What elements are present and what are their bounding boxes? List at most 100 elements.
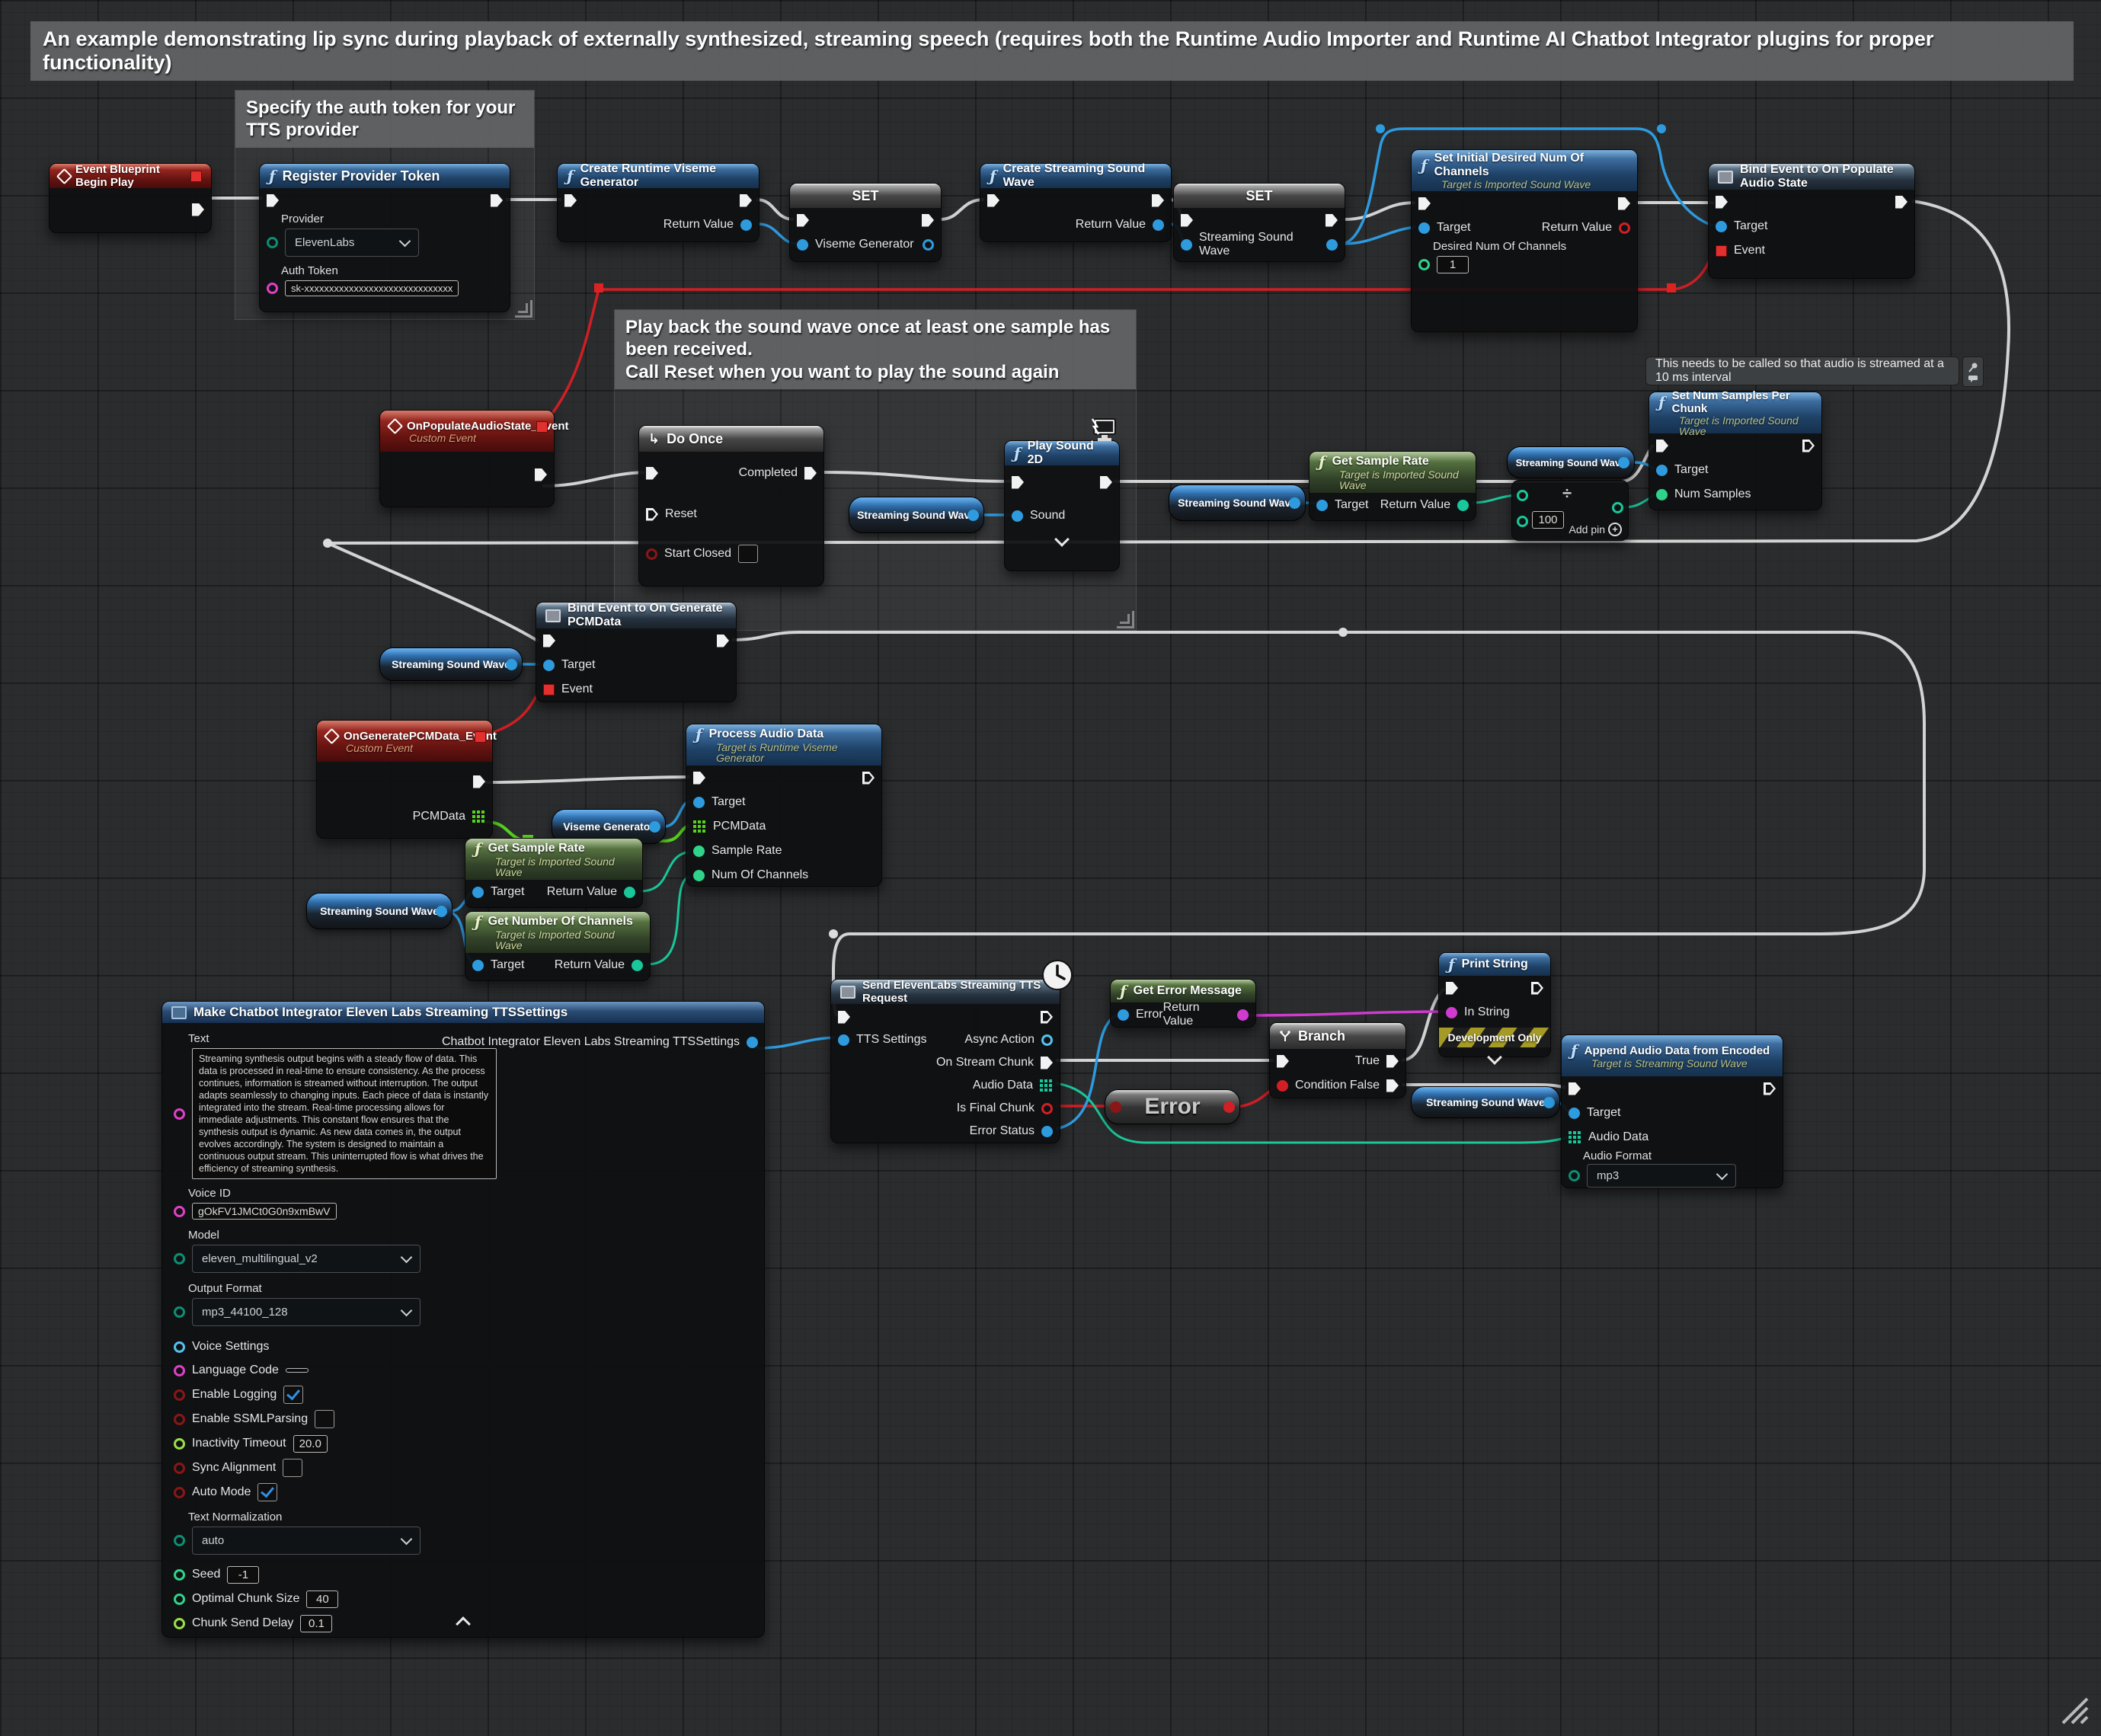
provider-pin[interactable] xyxy=(267,237,278,248)
node-get-sample-rate[interactable]: ƒGet Sample Rate Target is Imported Soun… xyxy=(465,838,643,908)
divisor-pin[interactable] xyxy=(1517,516,1528,527)
target-pin[interactable] xyxy=(693,797,705,808)
voice-settings-pin[interactable] xyxy=(174,1341,185,1353)
exec-in-pin[interactable] xyxy=(1446,982,1458,995)
output-format-dropdown[interactable]: mp3_44100_128 xyxy=(192,1298,421,1326)
desired-num-channels-pin[interactable] xyxy=(1418,259,1430,270)
audio-format-dropdown[interactable]: mp3 xyxy=(1587,1164,1736,1188)
inactivity-timeout-pin[interactable] xyxy=(174,1438,185,1450)
exec-in-pin[interactable] xyxy=(1012,476,1024,489)
target-pin[interactable] xyxy=(1656,465,1668,476)
node-on-generate-pcmdata-event[interactable]: OnGeneratePCMData_Event Custom Event PCM… xyxy=(316,720,493,839)
sync-alignment-checkbox[interactable] xyxy=(283,1459,302,1477)
exec-out-pin[interactable] xyxy=(1802,440,1815,452)
auto-mode-checkbox[interactable] xyxy=(257,1483,277,1501)
chunk-send-delay-input[interactable]: 0.1 xyxy=(300,1615,332,1632)
enable-ssml-checkbox[interactable] xyxy=(315,1410,334,1428)
delegate-pin[interactable] xyxy=(190,171,202,182)
dividend-pin[interactable] xyxy=(1517,490,1528,501)
node-create-streaming-sound-wave[interactable]: ƒ Create Streaming Sound Wave Return Val… xyxy=(980,163,1172,242)
on-stream-chunk-exec-pin[interactable] xyxy=(1041,1057,1053,1069)
target-pin[interactable] xyxy=(472,960,484,971)
pcmdata-pin[interactable] xyxy=(472,810,475,814)
exec-out-pin[interactable] xyxy=(491,194,503,207)
output-pin[interactable] xyxy=(967,510,979,521)
true-exec-pin[interactable] xyxy=(1386,1055,1399,1068)
node-play-sound-2d[interactable]: ƒ Play Sound 2D Sound xyxy=(1004,440,1120,571)
sample-rate-pin[interactable] xyxy=(693,846,705,857)
text-normalization-dropdown[interactable]: auto xyxy=(192,1527,421,1555)
model-pin[interactable] xyxy=(174,1253,185,1264)
node-send-elevenlabs-tts-request[interactable]: Send ElevenLabs Streaming TTS Request TT… xyxy=(830,979,1060,1143)
event-pin[interactable] xyxy=(543,684,555,695)
node-get-sample-rate[interactable]: ƒGet Sample Rate Target is Imported Soun… xyxy=(1309,451,1476,521)
reroute-node[interactable] xyxy=(1657,124,1666,133)
reroute-node[interactable] xyxy=(1376,124,1385,133)
streaming-sound-wave-pin[interactable] xyxy=(1181,239,1192,251)
sync-alignment-pin[interactable] xyxy=(174,1463,185,1474)
chunk-send-delay-pin[interactable] xyxy=(174,1618,185,1629)
exec-out-pin[interactable] xyxy=(1326,214,1338,227)
seed-pin[interactable] xyxy=(174,1569,185,1581)
node-get-number-of-channels[interactable]: ƒGet Number Of Channels Target is Import… xyxy=(465,911,651,981)
in-string-pin[interactable] xyxy=(1446,1007,1457,1018)
target-pin[interactable] xyxy=(472,887,484,898)
return-value-pin[interactable] xyxy=(740,219,752,231)
auto-mode-pin[interactable] xyxy=(174,1487,185,1498)
target-pin[interactable] xyxy=(1569,1108,1580,1119)
return-value-pin[interactable] xyxy=(624,887,635,898)
exec-out-pin[interactable] xyxy=(1618,197,1630,210)
exec-in-pin[interactable] xyxy=(543,635,555,647)
input-pin[interactable] xyxy=(1110,1101,1121,1113)
node-on-populate-audio-state-event[interactable]: OnPopulateAudioState_Event Custom Event xyxy=(379,410,555,507)
audio-data-pin[interactable] xyxy=(1569,1131,1572,1134)
reroute-node[interactable] xyxy=(1667,283,1676,293)
result-pin[interactable] xyxy=(1612,502,1623,513)
auth-token-pin[interactable] xyxy=(267,283,278,294)
node-event-begin-play[interactable]: Event Blueprint Begin Play xyxy=(49,163,212,233)
target-pin[interactable] xyxy=(1716,221,1727,232)
node-register-provider-token[interactable]: ƒ Register Provider Token Provider Eleve… xyxy=(259,163,510,312)
num-channels-pin[interactable] xyxy=(693,870,705,881)
graph-title-comment[interactable]: An example demonstrating lip sync during… xyxy=(30,21,2074,81)
completed-exec-pin[interactable] xyxy=(804,467,817,480)
canvas-resize-handle[interactable] xyxy=(2057,1693,2090,1726)
exec-in-pin[interactable] xyxy=(564,194,577,207)
exec-in-pin[interactable] xyxy=(267,194,279,207)
node-set-streaming-sound-wave[interactable]: SET Streaming Sound Wave xyxy=(1173,183,1345,262)
node-bind-on-generate-pcmdata[interactable]: Bind Event to On Generate PCMData Target… xyxy=(536,602,737,702)
seed-input[interactable]: -1 xyxy=(227,1566,259,1584)
num-samples-pin[interactable] xyxy=(1656,489,1668,500)
exec-out-pin[interactable] xyxy=(473,775,485,788)
viseme-generator-pin[interactable] xyxy=(797,239,808,251)
exec-in-pin[interactable] xyxy=(1716,196,1728,209)
reset-exec-pin[interactable] xyxy=(646,508,658,521)
node-branch[interactable]: Branch True ConditionFalse xyxy=(1269,1022,1406,1098)
reroute-node[interactable] xyxy=(323,539,332,548)
output-pin[interactable] xyxy=(923,239,934,251)
target-pin[interactable] xyxy=(1316,500,1328,511)
model-dropdown[interactable]: eleven_multilingual_v2 xyxy=(192,1245,421,1273)
exec-in-pin[interactable] xyxy=(1569,1082,1581,1095)
return-value-pin[interactable] xyxy=(1619,222,1630,234)
node-divide[interactable]: ÷ 100 Add pin + xyxy=(1511,480,1629,541)
start-closed-pin[interactable] xyxy=(646,548,657,560)
output-pin[interactable] xyxy=(506,659,517,670)
pcmdata-pin[interactable] xyxy=(693,820,696,823)
text-input[interactable]: Streaming synthesis output begins with a… xyxy=(192,1048,497,1179)
exec-out-pin[interactable] xyxy=(535,468,547,481)
desired-num-channels-input[interactable]: 1 xyxy=(1437,256,1469,273)
named-reroute-error[interactable]: Error xyxy=(1105,1089,1240,1124)
reroute-node[interactable] xyxy=(829,929,838,938)
return-value-pin[interactable] xyxy=(1237,1009,1249,1021)
exec-out-pin[interactable] xyxy=(192,203,204,216)
exec-out-pin[interactable] xyxy=(1764,1082,1776,1095)
blueprint-canvas[interactable]: An example demonstrating lip sync during… xyxy=(0,0,2101,1736)
exec-out-pin[interactable] xyxy=(1041,1011,1053,1024)
enable-logging-checkbox[interactable] xyxy=(283,1386,303,1404)
node-set-initial-num-channels[interactable]: ƒSet Initial Desired Num Of Channels Tar… xyxy=(1411,149,1638,332)
return-value-pin[interactable] xyxy=(1153,219,1164,231)
event-pin[interactable] xyxy=(1716,245,1727,257)
output-pin[interactable] xyxy=(649,821,660,833)
output-format-pin[interactable] xyxy=(174,1306,185,1318)
